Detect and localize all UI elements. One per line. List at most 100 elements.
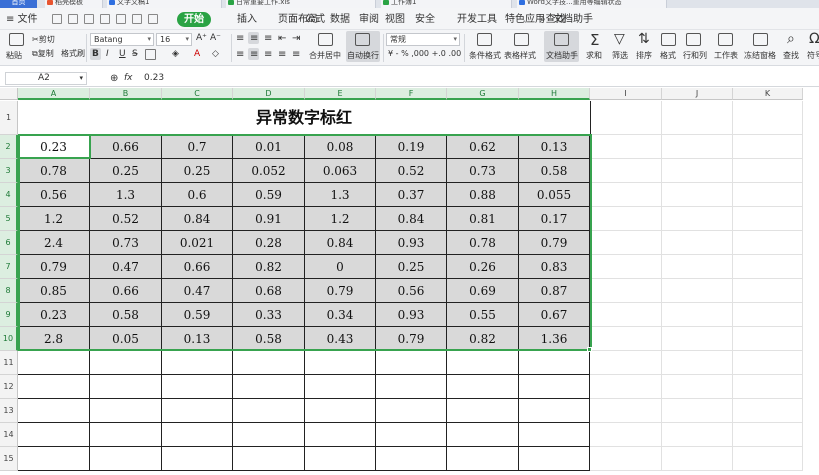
number-format-select[interactable]: 常规 ▾ <box>386 33 460 46</box>
font-name-select[interactable]: Batang ▾ <box>90 33 154 46</box>
conditional-format-button[interactable]: 条件格式 <box>469 50 501 61</box>
worksheet-button[interactable]: 工作表 <box>714 50 738 61</box>
empty-cell[interactable] <box>590 423 662 447</box>
tab-2[interactable]: 稻壳模板 <box>45 0 103 8</box>
data-cell[interactable]: 0.25 <box>90 159 162 183</box>
empty-cell[interactable] <box>90 423 162 447</box>
data-cell[interactable]: 1.36 <box>519 327 590 351</box>
column-header-g[interactable]: G <box>447 88 519 100</box>
data-cell[interactable]: 0.58 <box>519 159 590 183</box>
empty-cell[interactable] <box>662 231 733 255</box>
empty-cell[interactable] <box>376 447 447 471</box>
row-header-11[interactable]: 11 <box>0 351 18 375</box>
empty-cell[interactable] <box>733 351 803 375</box>
row-header-2[interactable]: 2 <box>0 135 18 159</box>
format-icon[interactable] <box>661 33 676 46</box>
align-top-icon[interactable]: ≡ <box>236 33 244 44</box>
data-cell[interactable]: 0.66 <box>90 135 162 159</box>
empty-cell[interactable] <box>590 351 662 375</box>
data-cell[interactable]: 0.56 <box>18 183 90 207</box>
data-cell[interactable]: 0.84 <box>162 207 233 231</box>
data-cell[interactable]: 0.84 <box>376 207 447 231</box>
row-header-1[interactable]: 1 <box>0 101 18 135</box>
data-cell[interactable]: 0.78 <box>447 231 519 255</box>
empty-cell[interactable] <box>376 351 447 375</box>
data-cell[interactable]: 0.62 <box>447 135 519 159</box>
menu-tab-4[interactable]: 公式 <box>305 12 325 27</box>
data-cell[interactable]: 0.13 <box>162 327 233 351</box>
empty-cell[interactable] <box>519 447 590 471</box>
row-header-12[interactable]: 12 <box>0 375 18 399</box>
align-center-icon[interactable]: ≡ <box>250 49 258 60</box>
empty-cell[interactable] <box>590 375 662 399</box>
font-size-select[interactable]: 16 ▾ <box>156 33 192 46</box>
empty-cell[interactable] <box>733 279 803 303</box>
empty-cell[interactable] <box>590 447 662 471</box>
data-cell[interactable]: 0.79 <box>376 327 447 351</box>
empty-cell[interactable] <box>733 183 803 207</box>
data-cell[interactable]: 0.25 <box>162 159 233 183</box>
find-button[interactable]: 查找 <box>783 50 799 61</box>
column-header-h[interactable]: H <box>519 88 590 100</box>
data-cell[interactable]: 0.021 <box>162 231 233 255</box>
empty-cell[interactable] <box>590 135 662 159</box>
data-cell[interactable]: 0.87 <box>519 279 590 303</box>
sum-icon[interactable]: Σ <box>590 31 599 49</box>
column-header-k[interactable]: K <box>733 88 803 100</box>
data-cell[interactable]: 0.59 <box>162 303 233 327</box>
data-cell[interactable]: 0.37 <box>376 183 447 207</box>
data-cell[interactable]: 0.26 <box>447 255 519 279</box>
data-cell[interactable]: 0.25 <box>376 255 447 279</box>
empty-cell[interactable] <box>733 375 803 399</box>
data-cell[interactable]: 1.3 <box>305 183 376 207</box>
empty-cell[interactable] <box>447 423 519 447</box>
empty-cell[interactable] <box>733 207 803 231</box>
data-cell[interactable]: 0.68 <box>233 279 305 303</box>
empty-cell[interactable] <box>733 135 803 159</box>
data-cell[interactable]: 0.84 <box>305 231 376 255</box>
data-cell[interactable]: 0.28 <box>233 231 305 255</box>
merge-center-icon[interactable] <box>318 33 333 46</box>
empty-cell[interactable] <box>162 447 233 471</box>
sheet-title-cell[interactable]: 异常数字标红 <box>18 101 591 135</box>
data-cell[interactable]: 0.52 <box>376 159 447 183</box>
clear-format-icon[interactable]: ◇ <box>212 49 219 59</box>
select-all-corner[interactable] <box>0 88 18 100</box>
empty-cell[interactable] <box>662 279 733 303</box>
rows-cols-icon[interactable] <box>686 33 701 46</box>
data-cell[interactable]: 1.2 <box>18 207 90 231</box>
merge-center-button[interactable]: 合并居中 <box>309 50 341 61</box>
empty-cell[interactable] <box>90 351 162 375</box>
find-icon[interactable]: ⌕ <box>787 31 795 47</box>
increase-font-icon[interactable]: A⁺ <box>196 33 207 43</box>
format-painter-button[interactable]: 格式刷 <box>61 48 85 59</box>
column-header-b[interactable]: B <box>90 88 162 100</box>
new-file-icon[interactable] <box>52 14 62 24</box>
empty-cell[interactable] <box>305 447 376 471</box>
data-cell[interactable]: 0.01 <box>233 135 305 159</box>
print-icon[interactable] <box>100 14 110 24</box>
empty-cell[interactable] <box>162 423 233 447</box>
empty-cell[interactable] <box>305 351 376 375</box>
data-cell[interactable]: 0.34 <box>305 303 376 327</box>
data-cell[interactable]: 0.69 <box>447 279 519 303</box>
data-cell[interactable]: 0.7 <box>162 135 233 159</box>
empty-cell[interactable] <box>447 375 519 399</box>
row-header-6[interactable]: 6 <box>0 231 18 255</box>
indent-decrease-icon[interactable]: ⇤ <box>278 33 286 44</box>
data-cell[interactable]: 0.19 <box>376 135 447 159</box>
empty-cell[interactable] <box>233 375 305 399</box>
empty-cell[interactable] <box>590 159 662 183</box>
worksheet-icon[interactable] <box>718 33 733 46</box>
empty-cell[interactable] <box>90 375 162 399</box>
data-cell[interactable]: 0.66 <box>90 279 162 303</box>
empty-cell[interactable] <box>590 279 662 303</box>
tab-5[interactable]: 工作簿1 <box>381 0 512 8</box>
row-header-13[interactable]: 13 <box>0 399 18 423</box>
column-header-e[interactable]: E <box>305 88 376 100</box>
font-color-icon[interactable]: A <box>194 49 200 59</box>
table-style-icon[interactable] <box>514 33 529 46</box>
empty-cell[interactable] <box>376 399 447 423</box>
data-cell[interactable]: 0.56 <box>376 279 447 303</box>
empty-cell[interactable] <box>662 303 733 327</box>
